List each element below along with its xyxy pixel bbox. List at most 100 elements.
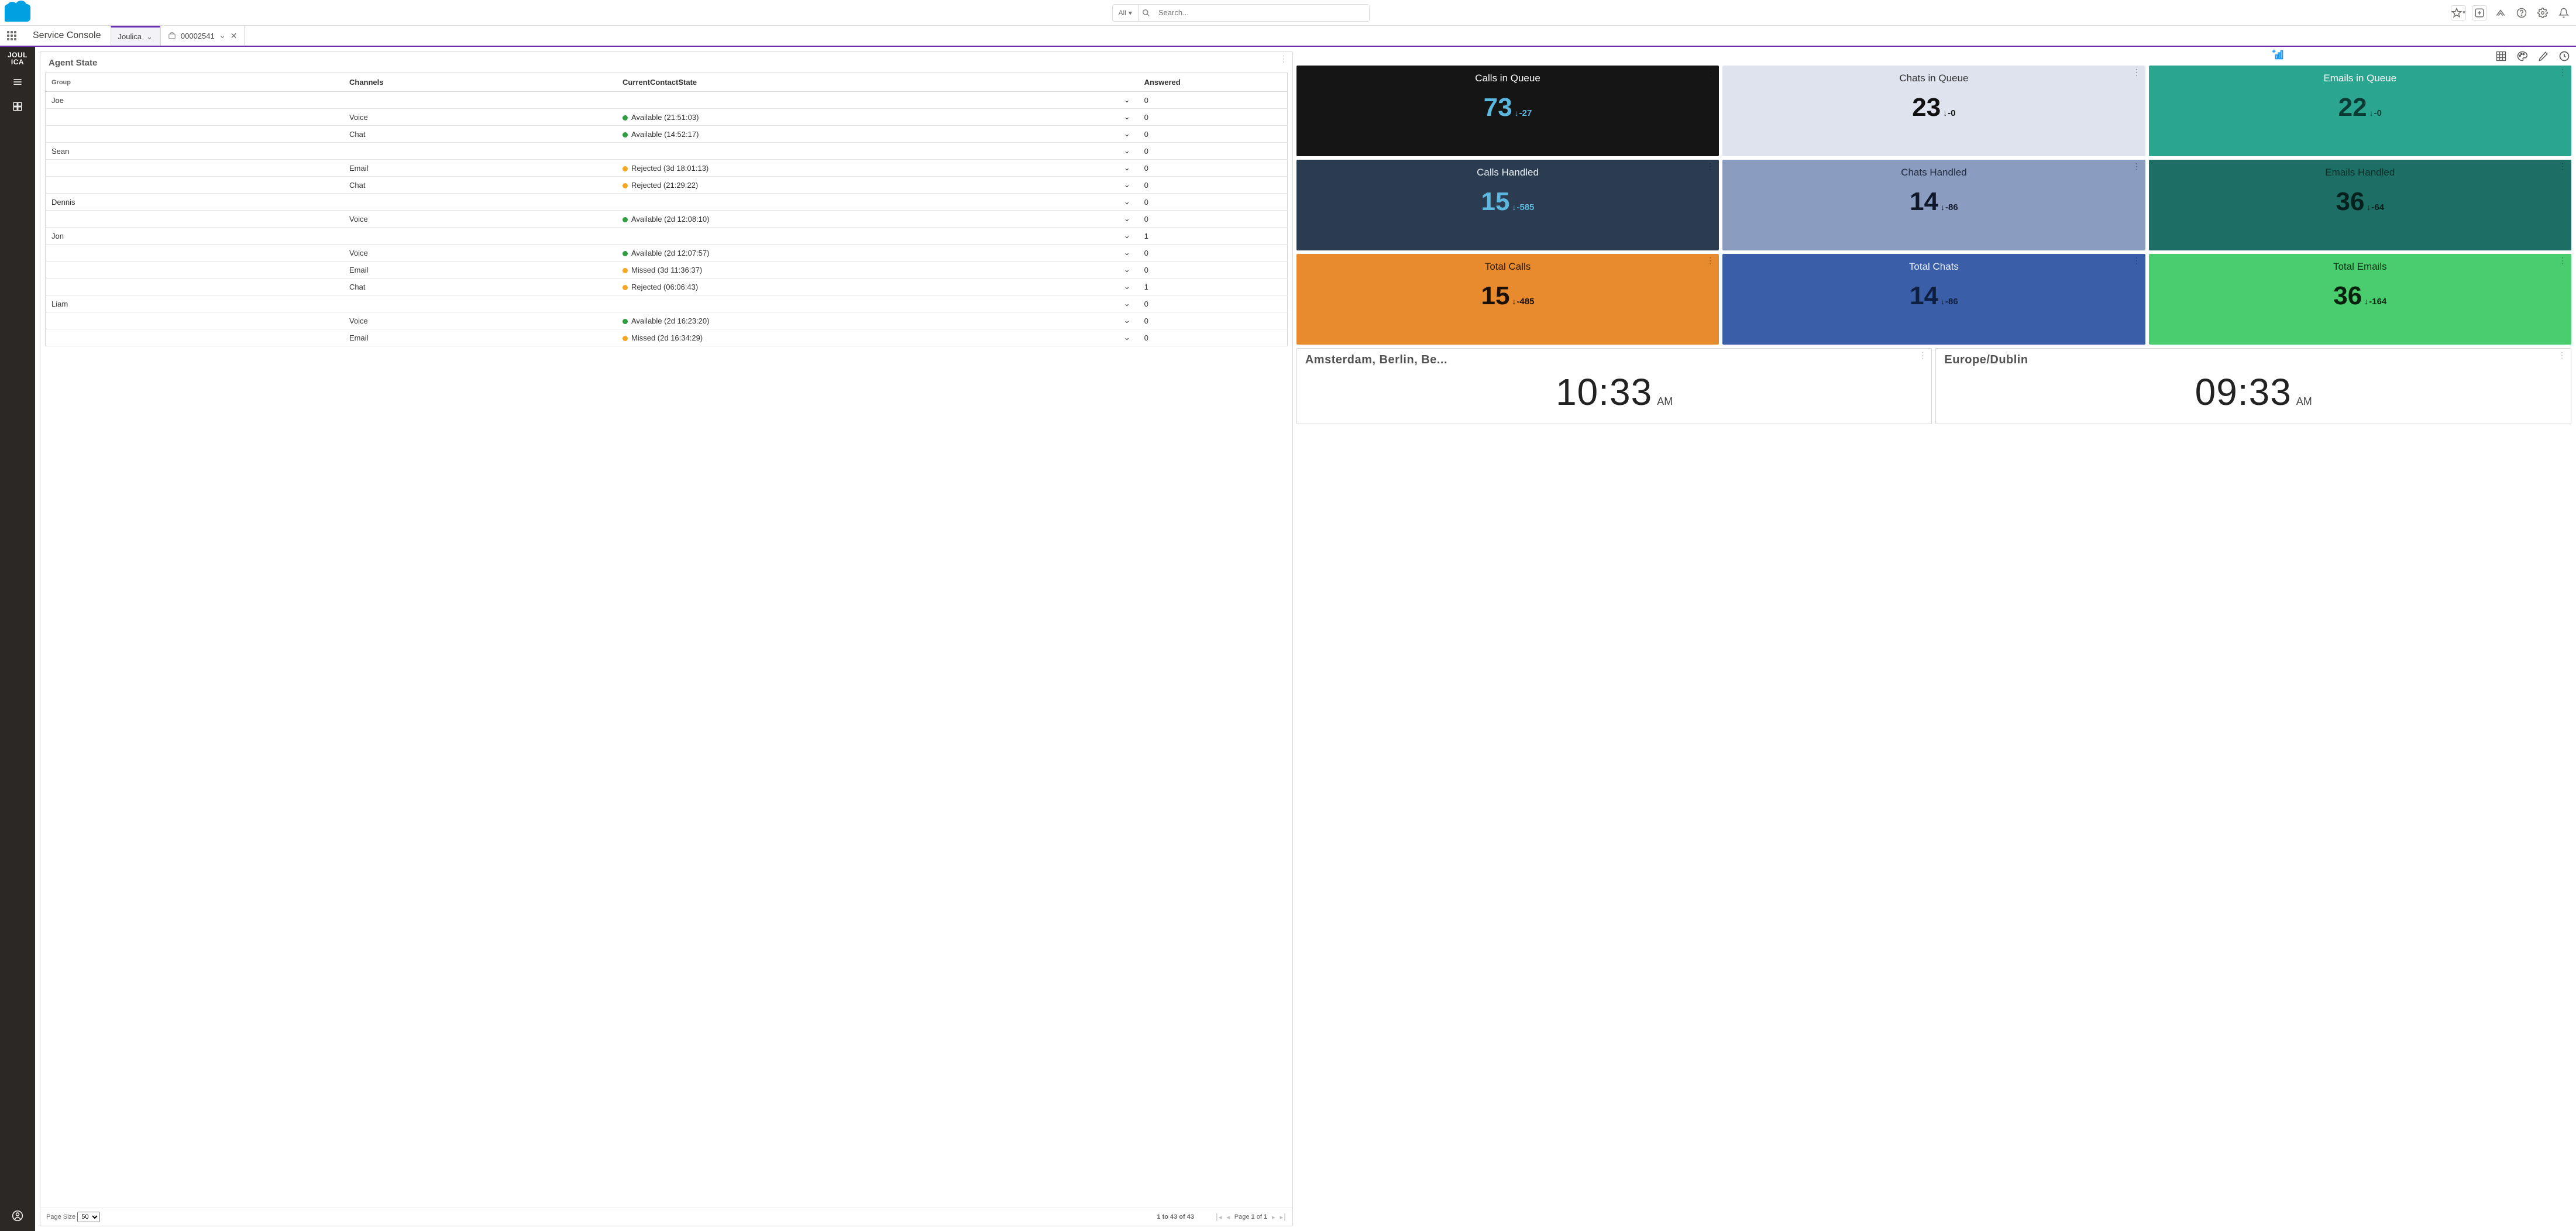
tile-value: 36 — [2336, 189, 2364, 215]
search-scope-dropdown[interactable]: All ▾ — [1113, 5, 1139, 21]
kpi-tile[interactable]: ⋮Total Calls15↓-485 — [1296, 254, 1719, 345]
notifications-icon[interactable] — [2556, 5, 2571, 20]
tile-title: Chats Handled — [1901, 167, 1966, 178]
tile-menu-icon[interactable]: ⋮ — [2558, 164, 2567, 169]
down-arrow-icon: ↓ — [1515, 108, 1519, 118]
tab-case-00002541[interactable]: 00002541 ⌄ ✕ — [160, 26, 245, 46]
kpi-tile[interactable]: ⋮Calls in Queue73↓-27 — [1296, 66, 1719, 156]
expand-icon[interactable]: ⌄ — [1064, 92, 1138, 109]
tile-value-row: 23↓-0 — [1912, 95, 1955, 121]
kpi-tile[interactable]: ⋮Chats in Queue23↓-0 — [1722, 66, 2145, 156]
col-group[interactable]: Group — [46, 73, 343, 92]
expand-icon[interactable]: ⌄ — [1064, 262, 1138, 278]
user-account-icon[interactable] — [9, 1208, 26, 1224]
chevron-down-icon[interactable]: ⌄ — [146, 32, 153, 42]
pagesize-select[interactable]: 50 — [77, 1212, 100, 1222]
expand-icon[interactable]: ⌄ — [1064, 160, 1138, 177]
table-channel-row: VoiceAvailable (21:51:03)⌄0 — [46, 109, 1288, 126]
clock-widget[interactable]: ⋮Amsterdam, Berlin, Be...10:33AM — [1296, 348, 1932, 424]
tile-title: Emails Handled — [2325, 167, 2395, 178]
expand-icon[interactable]: ⌄ — [1064, 329, 1138, 346]
table-footer: Page Size 50 1 to 43 of 43 ⎮◂ ◂ Page 1 o… — [40, 1208, 1292, 1226]
panel-menu-icon[interactable]: ⋮ — [1280, 57, 1288, 61]
kpi-tile[interactable]: ⋮Calls Handled15↓-585 — [1296, 160, 1719, 250]
theme-palette-icon[interactable] — [2515, 49, 2529, 63]
grid-view-icon[interactable] — [2494, 49, 2508, 63]
chevron-down-icon[interactable]: ⌄ — [219, 31, 226, 40]
tile-delta: ↓-86 — [1941, 297, 1958, 307]
tile-menu-icon[interactable]: ⋮ — [2558, 70, 2567, 74]
pager-first-icon[interactable]: ⎮◂ — [1215, 1213, 1222, 1221]
expand-icon[interactable]: ⌄ — [1064, 295, 1138, 312]
contact-state: Available (2d 16:23:20) — [617, 312, 1064, 329]
contact-state: Available (2d 12:07:57) — [617, 245, 1064, 262]
tile-menu-icon[interactable]: ⋮ — [2133, 259, 2141, 263]
tile-menu-icon[interactable]: ⋮ — [2558, 259, 2567, 263]
kpi-tile[interactable]: ⋮Total Emails36↓-164 — [2149, 254, 2571, 345]
answered-value: 0 — [1139, 312, 1288, 329]
kpi-tile[interactable]: ⋮ Chats Handled 14↓-86 — [1722, 160, 2145, 250]
tile-value: 15 — [1481, 283, 1510, 309]
status-dot-icon — [622, 268, 628, 273]
tile-delta: ↓-164 — [2364, 297, 2386, 307]
pager-next-icon[interactable]: ▸ — [1272, 1213, 1275, 1221]
tile-menu-icon[interactable]: ⋮ — [1918, 353, 1927, 357]
page-indicator: Page 1 of 1 — [1234, 1213, 1267, 1220]
edit-pencil-icon[interactable] — [2536, 49, 2550, 63]
tile-menu-icon[interactable]: ⋮ — [2133, 70, 2141, 74]
pager-prev-icon[interactable]: ◂ — [1226, 1213, 1230, 1221]
tile-menu-icon[interactable]: ⋮ — [1706, 70, 1714, 74]
col-state[interactable]: CurrentContactState — [617, 73, 1064, 92]
contact-state: Rejected (06:06:43) — [617, 278, 1064, 295]
expand-icon[interactable]: ⌄ — [1064, 278, 1138, 295]
kpi-tile[interactable]: ⋮Emails in Queue22↓-0 — [2149, 66, 2571, 156]
expand-icon[interactable]: ⌄ — [1064, 109, 1138, 126]
dashboard-icon[interactable] — [9, 98, 26, 115]
expand-icon[interactable]: ⌄ — [1064, 312, 1138, 329]
page-size-control[interactable]: Page Size 50 — [46, 1212, 100, 1222]
app-nav: Service Console Joulica ⌄ 00002541 ⌄ ✕ — [0, 26, 2576, 47]
expand-icon[interactable]: ⌄ — [1064, 143, 1138, 160]
close-icon[interactable]: ✕ — [231, 31, 238, 41]
expand-icon[interactable]: ⌄ — [1064, 177, 1138, 194]
add-chart-icon[interactable] — [2272, 48, 2286, 62]
table-group-row: Dennis⌄0 — [46, 194, 1288, 211]
agent-table-scroll[interactable]: Group Channels CurrentContactState Answe… — [40, 73, 1292, 1208]
settings-icon[interactable] — [2535, 5, 2550, 20]
kpi-tile[interactable]: ⋮Emails Handled36↓-64 — [2149, 160, 2571, 250]
guidance-center-icon[interactable] — [2493, 5, 2508, 20]
app-launcher-button[interactable] — [0, 26, 23, 46]
help-icon[interactable] — [2514, 5, 2529, 20]
contact-state: Missed (3d 11:36:37) — [617, 262, 1064, 278]
expand-icon[interactable]: ⌄ — [1064, 228, 1138, 245]
col-channels[interactable]: Channels — [343, 73, 617, 92]
dashboard-canvas: ⋮ Agent State Group Channels CurrentCont… — [35, 47, 2576, 1231]
pager-last-icon[interactable]: ▸⎮ — [1280, 1213, 1287, 1221]
clock-widget[interactable]: ⋮Europe/Dublin09:33AM — [1935, 348, 2571, 424]
status-dot-icon — [622, 217, 628, 222]
expand-icon[interactable]: ⌄ — [1064, 245, 1138, 262]
expand-icon[interactable]: ⌄ — [1064, 211, 1138, 228]
expand-icon[interactable]: ⌄ — [1064, 194, 1138, 211]
tile-menu-icon[interactable]: ⋮ — [2558, 353, 2566, 357]
tile-menu-icon[interactable]: ⋮ — [1706, 259, 1714, 263]
col-answered[interactable]: Answered — [1139, 73, 1288, 92]
tab-joulica[interactable]: Joulica ⌄ — [111, 26, 160, 46]
status-dot-icon — [622, 336, 628, 341]
answered-value: 0 — [1139, 295, 1288, 312]
tile-value: 14 — [1910, 189, 1938, 215]
add-button[interactable] — [2472, 5, 2487, 20]
search-input[interactable] — [1154, 5, 1369, 21]
tile-menu-icon[interactable]: ⋮ — [1706, 164, 1714, 169]
table-header-row: Group Channels CurrentContactState Answe… — [46, 73, 1288, 92]
expand-icon[interactable]: ⌄ — [1064, 126, 1138, 143]
kpi-tile[interactable]: ⋮Total Chats14↓-86 — [1722, 254, 2145, 345]
menu-toggle-icon[interactable] — [9, 74, 26, 90]
tile-value-row: 14↓-86 — [1910, 189, 1958, 215]
tab-label: Joulica — [118, 32, 142, 41]
history-clock-icon[interactable] — [2557, 49, 2571, 63]
answered-value: 0 — [1139, 160, 1288, 177]
tile-menu-icon[interactable]: ⋮ — [2133, 164, 2141, 169]
favorites-button[interactable]: ▾ — [2451, 5, 2466, 20]
global-search[interactable]: All ▾ — [1112, 4, 1370, 22]
